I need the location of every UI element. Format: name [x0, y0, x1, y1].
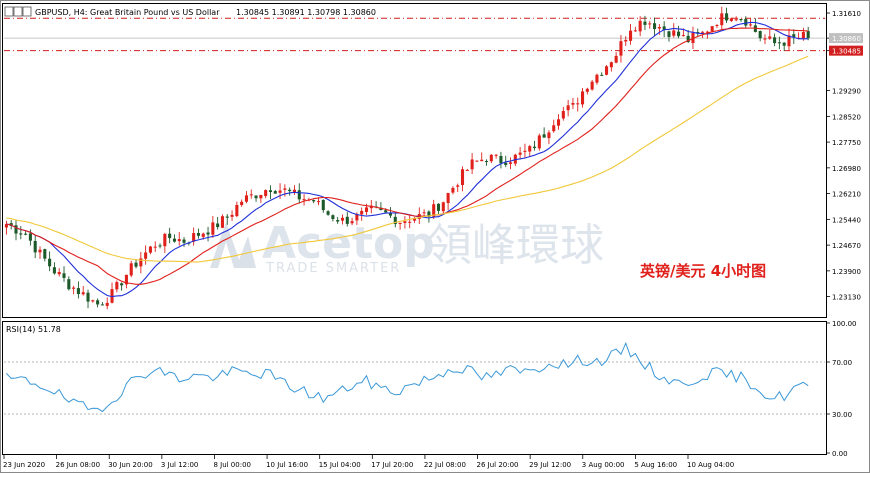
price-tick-label: 1.23130	[832, 294, 861, 302]
time-tick-label: 5 Aug 16:00	[634, 461, 677, 469]
window-close-icon[interactable]	[22, 6, 32, 17]
rsi-title: RSI(14) 51.78	[6, 325, 61, 334]
time-tick-label: 29 Jul 12:00	[529, 461, 571, 469]
price-tick-label: 1.26980	[832, 165, 861, 173]
ohlc-values: 1.30845 1.30891 1.30798 1.30860	[236, 8, 376, 17]
time-tick-label: 26 Jul 20:00	[477, 461, 519, 469]
rsi-tick-label: 0.00	[832, 450, 848, 458]
window-menu-icon[interactable]	[4, 6, 14, 17]
watermark: Acetop 領峰環球 TRADE SMARTER	[210, 218, 604, 276]
price-tick-label: 1.26210	[832, 191, 861, 199]
time-tick-label: 15 Jul 04:00	[319, 461, 361, 469]
price-tick-label: 1.31610	[832, 10, 861, 18]
price-tick-label: 1.25440	[832, 216, 861, 224]
chart-annotation: 英镑/美元 4小时图	[640, 262, 766, 280]
symbol-label: GBPUSD, H4:	[35, 8, 88, 17]
time-tick-label: 3 Aug 00:00	[582, 461, 625, 469]
rsi-tick-label: 100.00	[832, 320, 857, 328]
symbol-description: Great Britain Pound vs US Dollar	[90, 8, 220, 17]
candle	[220, 214, 224, 229]
window-restore-icon[interactable]	[13, 6, 23, 17]
candle	[605, 65, 609, 76]
chart-window: GBPUSD, H4: Great Britain Pound vs US Do…	[0, 0, 870, 473]
price-tick-label: 1.27750	[832, 139, 861, 147]
rsi-tick-label: 70.00	[832, 359, 852, 367]
candle	[537, 133, 541, 151]
rsi-tick-label: 30.00	[832, 411, 852, 419]
time-tick-label: 3 Jul 12:00	[161, 461, 199, 469]
time-tick-label: 30 Jun 20:00	[108, 461, 152, 469]
time-tick-label: 10 Jul 16:00	[266, 461, 308, 469]
chart-header: GBPUSD, H4: Great Britain Pound vs US Do…	[4, 6, 376, 17]
price-tick-label: 1.30860	[832, 35, 861, 43]
time-tick-label: 10 Aug 04:00	[687, 461, 734, 469]
time-tick-label: 8 Jul 00:00	[213, 461, 251, 469]
price-tick-label: 1.29290	[832, 88, 861, 96]
time-tick-label: 26 Jun 08:00	[56, 461, 100, 469]
watermark-brand-cjk: 領峰環球	[428, 220, 604, 271]
time-tick-label: 22 Jul 08:00	[424, 461, 466, 469]
price-tick-label: 1.23900	[832, 268, 861, 276]
price-tick-label: 1.30485	[832, 48, 861, 56]
price-tick-label: 1.24670	[832, 242, 861, 250]
time-tick-label: 23 Jun 2020	[3, 461, 45, 469]
watermark-tagline: TRADE SMARTER	[265, 261, 401, 276]
chart-canvas: GBPUSD, H4: Great Britain Pound vs US Do…	[0, 0, 870, 473]
time-tick-label: 17 Jul 20:00	[371, 461, 413, 469]
price-tick-label: 1.28520	[832, 113, 861, 121]
